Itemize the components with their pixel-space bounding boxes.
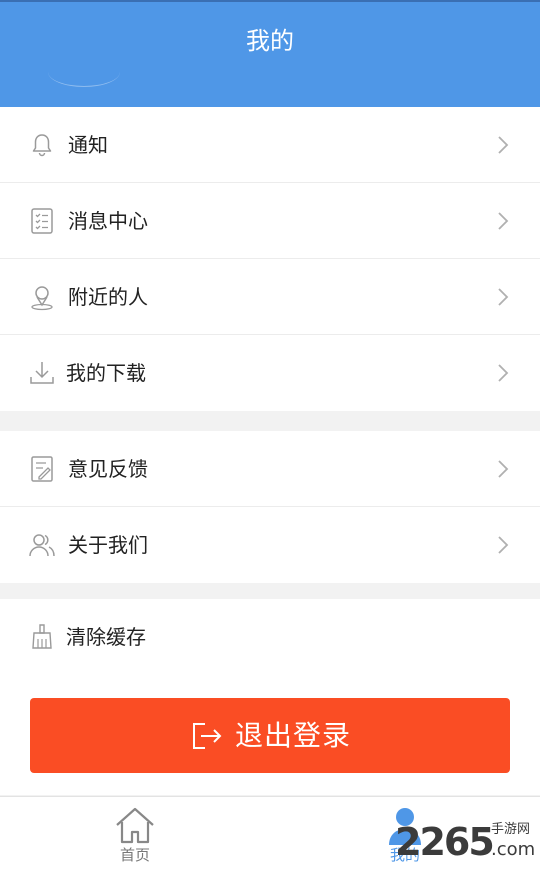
- broom-icon: [32, 624, 52, 649]
- menu-item-feedback[interactable]: 意见反馈: [0, 431, 540, 507]
- menu-item-my-downloads[interactable]: 我的下载: [0, 335, 540, 411]
- people-icon: [29, 534, 55, 557]
- menu-item-label: 我的下载: [66, 361, 146, 385]
- chevron-right-icon: [498, 364, 509, 382]
- feedback-icon: [31, 455, 53, 482]
- chevron-right-icon: [498, 287, 509, 306]
- menu-item-label: 消息中心: [68, 208, 148, 233]
- chevron-right-icon: [498, 536, 509, 554]
- decorative-arc: [48, 57, 120, 87]
- page-title: 我的: [246, 27, 294, 55]
- watermark-domain: .com: [491, 839, 536, 860]
- watermark-text: 手游网: [491, 822, 531, 837]
- chevron-right-icon: [498, 211, 509, 230]
- menu-item-label: 清除缓存: [66, 625, 146, 649]
- menu-item-label: 通知: [68, 132, 108, 157]
- menu-item-message-center[interactable]: 消息中心: [0, 183, 540, 259]
- app-header: 我的: [0, 0, 540, 107]
- chevron-right-icon: [498, 459, 509, 478]
- logout-button[interactable]: 退出登录: [30, 698, 510, 773]
- chevron-right-icon: [498, 135, 509, 154]
- menu-item-about-us[interactable]: 关于我们: [0, 507, 540, 583]
- menu-item-label: 关于我们: [68, 533, 148, 557]
- bell-icon: [32, 133, 52, 156]
- menu-group-1: 通知 消息中心 附近的人 我的下载: [0, 107, 540, 411]
- logout-section: 退出登录: [0, 675, 540, 795]
- site-watermark: 2265 手游网 .com: [395, 818, 540, 868]
- menu-item-label: 附近的人: [68, 284, 148, 309]
- menu-item-clear-cache[interactable]: 清除缓存: [0, 599, 540, 675]
- download-icon: [30, 362, 54, 384]
- checklist-icon: [31, 207, 53, 234]
- menu-group-3: 清除缓存: [0, 599, 540, 675]
- tab-home[interactable]: 首页: [95, 797, 175, 872]
- menu-item-label: 意见反馈: [68, 456, 148, 481]
- location-person-icon: [31, 285, 53, 310]
- logout-label: 退出登录: [234, 718, 351, 752]
- watermark-number: 2265: [395, 820, 495, 864]
- home-icon: [116, 807, 154, 844]
- tab-label: 首页: [119, 846, 150, 864]
- menu-item-notifications[interactable]: 通知: [0, 107, 540, 183]
- menu-group-2: 意见反馈 关于我们: [0, 431, 540, 583]
- logout-icon: [192, 722, 222, 749]
- menu-item-nearby-people[interactable]: 附近的人: [0, 259, 540, 335]
